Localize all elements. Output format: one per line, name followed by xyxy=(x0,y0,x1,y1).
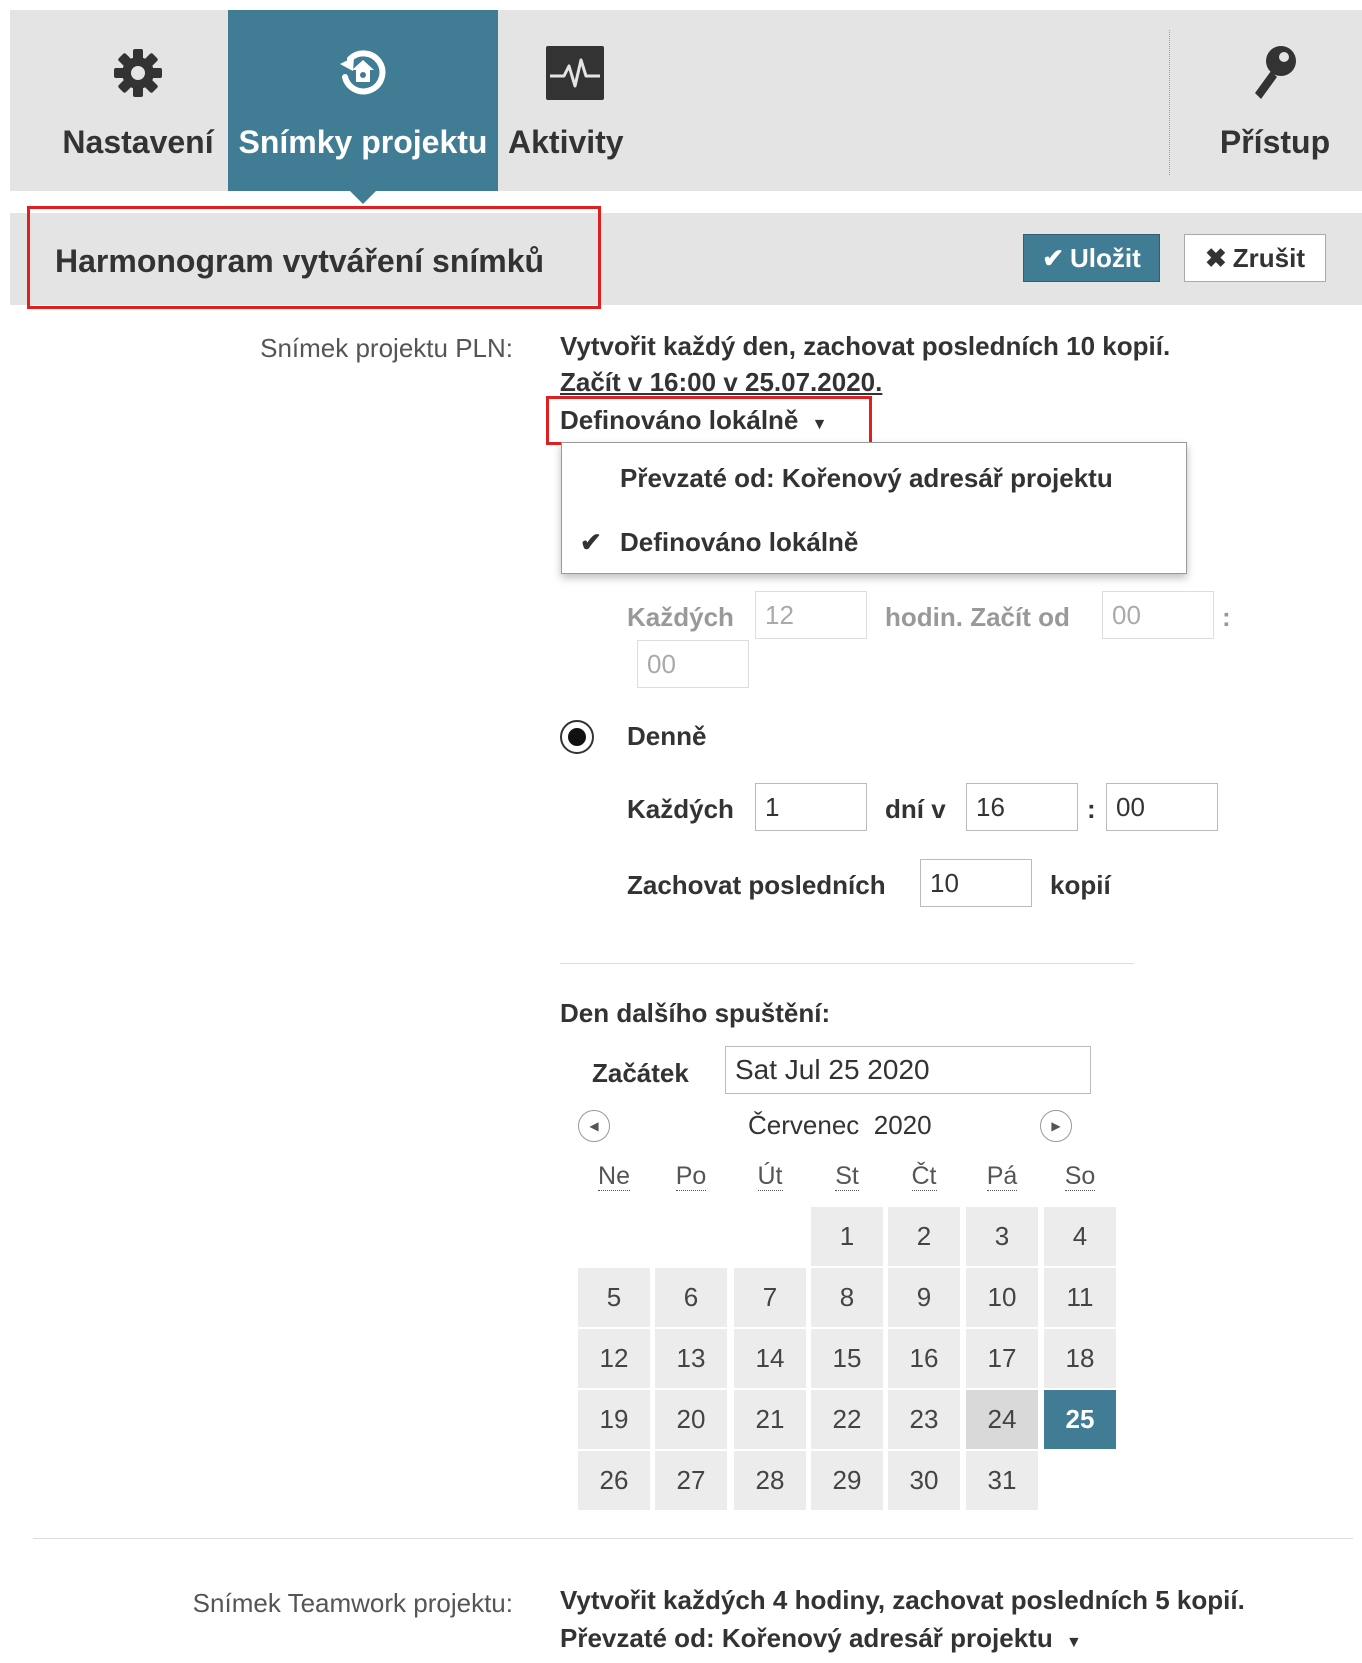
next-run-label: Den dalšího spuštění: xyxy=(560,998,831,1028)
weekday-header: Čt xyxy=(911,1162,937,1191)
calendar-day[interactable]: 23 xyxy=(888,1390,960,1449)
save-button[interactable]: ✔ Uložit xyxy=(1023,234,1160,282)
start-date-input[interactable]: Sat Jul 25 2020 xyxy=(725,1046,1091,1094)
cancel-button-label: Zrušit xyxy=(1232,242,1306,273)
calendar-day[interactable]: 22 xyxy=(811,1390,883,1449)
start-label: Začátek xyxy=(592,1058,689,1088)
activity-pulse-icon xyxy=(543,43,607,103)
tab-aktivity[interactable]: Aktivity xyxy=(500,10,650,191)
calendar-day[interactable]: 28 xyxy=(734,1451,806,1510)
checkmark-icon: ✔ xyxy=(1042,242,1065,273)
calendar-day[interactable]: 17 xyxy=(966,1329,1038,1388)
calendar-day[interactable]: 9 xyxy=(888,1268,960,1327)
tab-label: Snímky projektu xyxy=(238,124,488,160)
calendar-day[interactable]: 6 xyxy=(655,1268,727,1327)
retention-input[interactable]: 10 xyxy=(920,859,1032,907)
weekday-header: Út xyxy=(757,1162,783,1191)
daily-every-label: Každých xyxy=(627,794,734,824)
weekday-header: Po xyxy=(675,1162,707,1191)
daily-hour-input[interactable]: 16 xyxy=(966,783,1078,831)
calendar-day[interactable]: 15 xyxy=(811,1329,883,1388)
calendar-day[interactable]: 26 xyxy=(578,1451,650,1510)
retention-suffix: kopií xyxy=(1050,870,1111,900)
calendar-day[interactable]: 30 xyxy=(888,1451,960,1510)
weekday-header: Pá xyxy=(986,1162,1018,1191)
calendar-day[interactable]: 16 xyxy=(888,1329,960,1388)
daily-minute-input[interactable]: 00 xyxy=(1106,783,1218,831)
daily-radio-label: Denně xyxy=(627,721,707,751)
teamwork-summary: Vytvořit každých 4 hodiny, zachovat posl… xyxy=(560,1585,1245,1615)
weekday-header: St xyxy=(835,1162,859,1191)
calendar-title: Červenec 2020 xyxy=(748,1110,932,1141)
tab-separator xyxy=(1169,30,1170,175)
tab-label: Aktivity xyxy=(508,124,624,160)
daily-colon: : xyxy=(1087,794,1096,824)
teamwork-snapshot-label: Snímek Teamwork projektu: xyxy=(192,1588,513,1618)
dropdown-option-local[interactable]: Definováno lokálně xyxy=(620,527,858,558)
retention-label: Zachovat posledních xyxy=(627,870,886,900)
hourly-start-hour-input[interactable]: 00 xyxy=(1102,591,1214,639)
calendar-day[interactable]: 4 xyxy=(1044,1207,1116,1266)
snapshot-restore-icon xyxy=(331,43,395,103)
checkmark-icon: ✔ xyxy=(580,527,602,557)
calendar-day[interactable]: 11 xyxy=(1044,1268,1116,1327)
calendar-day[interactable]: 19 xyxy=(578,1390,650,1449)
save-button-label: Uložit xyxy=(1070,242,1141,273)
calendar-day[interactable]: 27 xyxy=(655,1451,727,1510)
tab-nastaveni[interactable]: Nastavení xyxy=(47,10,229,191)
close-icon: ✖ xyxy=(1204,242,1227,273)
calendar-day[interactable]: 2 xyxy=(888,1207,960,1266)
key-icon xyxy=(1243,43,1307,103)
weekday-header: So xyxy=(1064,1162,1096,1191)
hourly-hours-label: hodin. Začít od xyxy=(885,602,1070,632)
calendar-day[interactable]: 7 xyxy=(734,1268,806,1327)
teamwork-source-value: Převzaté od: Kořenový adresář projektu xyxy=(560,1623,1053,1653)
calendar-day[interactable]: 10 xyxy=(966,1268,1038,1327)
calendar-day[interactable]: 31 xyxy=(966,1451,1038,1510)
hourly-hours-input[interactable]: 12 xyxy=(755,591,867,639)
pln-summary-line1: Vytvořit každý den, zachovat posledních … xyxy=(560,331,1171,361)
source-dropdown-menu: Převzaté od: Kořenový adresář projektu ✔… xyxy=(561,442,1187,574)
divider xyxy=(33,1538,1353,1539)
hourly-start-minute-input[interactable]: 00 xyxy=(637,640,749,688)
calendar-day[interactable]: 24 xyxy=(966,1390,1038,1449)
calendar-month: Červenec xyxy=(748,1110,860,1140)
daily-days-input[interactable]: 1 xyxy=(755,783,867,831)
divider xyxy=(560,963,1134,964)
tab-label: Přístup xyxy=(1219,124,1331,160)
hourly-every-label: Každých xyxy=(627,602,734,632)
calendar-day[interactable]: 29 xyxy=(811,1451,883,1510)
calendar-day[interactable]: 12 xyxy=(578,1329,650,1388)
calendar-day[interactable]: 8 xyxy=(811,1268,883,1327)
calendar-day[interactable]: 14 xyxy=(734,1329,806,1388)
dropdown-option-inherited[interactable]: Převzaté od: Kořenový adresář projektu xyxy=(620,463,1113,494)
teamwork-source-dropdown[interactable]: Převzaté od: Kořenový adresář projektu ▼ xyxy=(560,1620,1082,1661)
calendar-day[interactable]: 1 xyxy=(811,1207,883,1266)
calendar-day[interactable]: 21 xyxy=(734,1390,806,1449)
prev-month-icon[interactable]: ◀ xyxy=(578,1110,610,1142)
daily-radio[interactable] xyxy=(560,720,594,754)
calendar-day[interactable]: 25 xyxy=(1044,1390,1116,1449)
weekday-header: Ne xyxy=(598,1162,630,1191)
hourly-colon: : xyxy=(1222,602,1231,632)
calendar-day[interactable]: 18 xyxy=(1044,1329,1116,1388)
calendar-day[interactable]: 13 xyxy=(655,1329,727,1388)
cancel-button[interactable]: ✖ Zrušit xyxy=(1184,234,1326,282)
calendar-day[interactable]: 5 xyxy=(578,1268,650,1327)
caret-down-icon: ▼ xyxy=(1065,1634,1082,1651)
tab-pristup[interactable]: Přístup xyxy=(1200,10,1350,191)
next-month-icon[interactable]: ▶ xyxy=(1040,1110,1072,1142)
calendar-year: 2020 xyxy=(873,1110,932,1140)
pln-summary-line2: Začít v 16:00 v 25.07.2020. xyxy=(560,367,883,397)
highlight-box-title xyxy=(27,206,601,309)
highlight-box-dropdown xyxy=(546,396,872,445)
calendar-day[interactable]: 3 xyxy=(966,1207,1038,1266)
daily-days-label: dní v xyxy=(885,794,946,824)
gear-icon xyxy=(106,43,170,103)
pln-snapshot-label: Snímek projektu PLN: xyxy=(260,333,513,363)
calendar-day[interactable]: 20 xyxy=(655,1390,727,1449)
tab-snimky-projektu[interactable]: Snímky projektu xyxy=(228,10,498,204)
top-tab-bar: Nastavení Snímky projektu Aktivity Příst… xyxy=(10,10,1362,204)
tab-label: Nastavení xyxy=(62,124,214,160)
